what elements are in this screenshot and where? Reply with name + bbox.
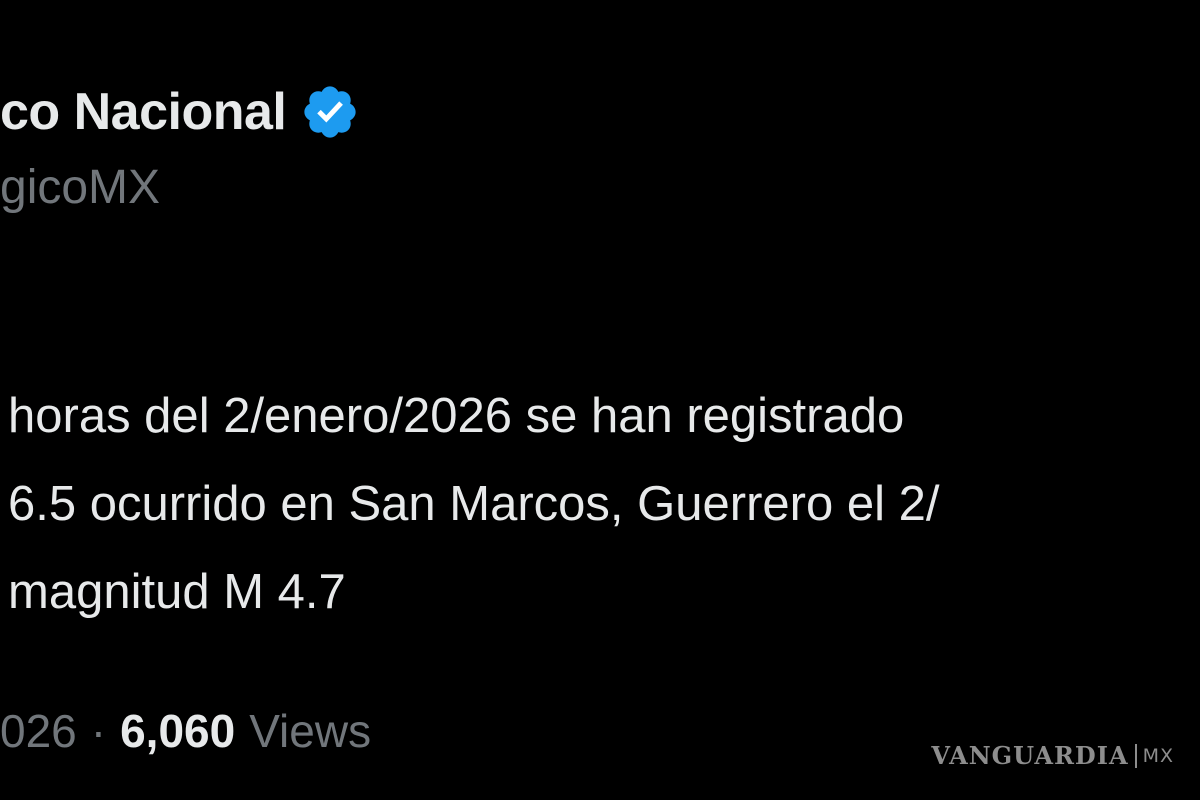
author-name[interactable]: co Nacional [0,80,360,144]
watermark-divider [1134,743,1137,768]
tweet-text: horas del 2/enero/2026 se han registrado… [8,372,939,636]
vanguardia-watermark: VANGUARDIA MX [931,741,1174,770]
verified-badge-icon [304,86,356,138]
tweet-date[interactable]: 026 [0,704,77,758]
meta-separator: · [90,705,107,757]
tweet-line-3: magnitud M 4.7 [8,565,346,619]
tweet-meta: 026 · 6,060 Views [0,704,371,758]
author-name-text[interactable]: co Nacional [0,82,287,142]
watermark-brand: VANGUARDIA [931,741,1129,770]
views-label[interactable]: Views [249,704,371,758]
author-handle[interactable]: gicoMX [0,160,160,215]
tweet-line-2: 6.5 ocurrido en San Marcos, Guerrero el … [8,477,940,531]
views-count[interactable]: 6,060 [120,704,235,758]
watermark-suffix: MX [1142,744,1174,767]
tweet-line-1: horas del 2/enero/2026 se han registrado [8,389,905,443]
